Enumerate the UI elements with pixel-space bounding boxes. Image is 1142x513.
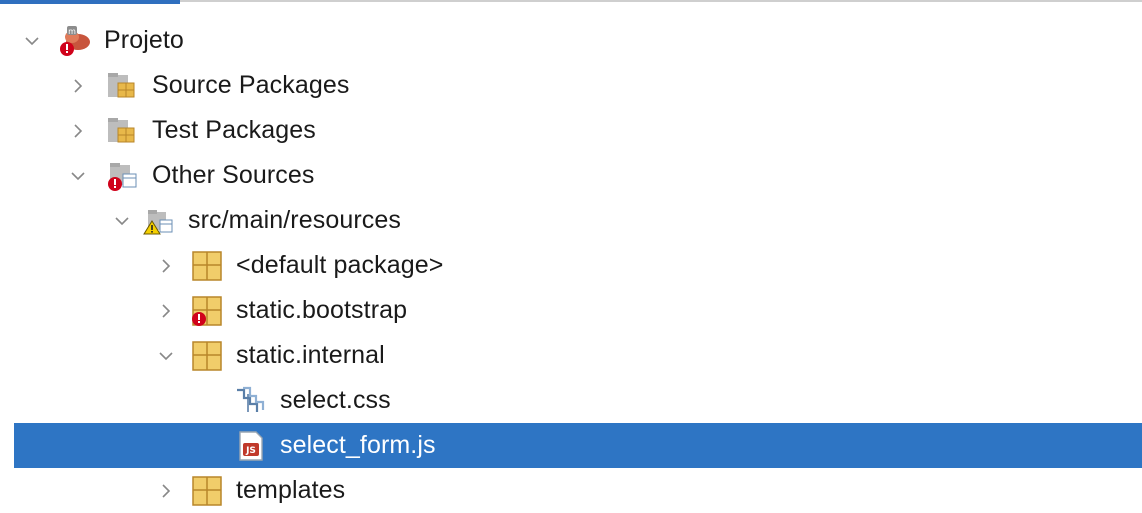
tree-node-source-packages[interactable]: Source Packages (0, 63, 1142, 108)
chevron-down-icon[interactable] (22, 31, 42, 51)
chevron-down-icon[interactable] (112, 211, 132, 231)
chevron-right-icon[interactable] (68, 76, 88, 96)
tree-node-label: static.bootstrap (236, 296, 408, 324)
package-icon (190, 339, 224, 373)
tree-node-test-packages[interactable]: Test Packages (0, 108, 1142, 153)
tree-node-label: src/main/resources (188, 206, 401, 234)
package-icon (190, 474, 224, 508)
tree-node-src-main-resources[interactable]: src/main/resources (0, 198, 1142, 243)
tree-node-static-bootstrap[interactable]: static.bootstrap (0, 288, 1142, 333)
tab-divider (180, 0, 1142, 2)
tree-node-select-form-js[interactable]: JS select_form.js (14, 423, 1142, 468)
source-packages-icon (106, 69, 140, 103)
tree-node-label: select.css (280, 386, 391, 414)
test-packages-icon (106, 114, 140, 148)
tree-node-static-internal[interactable]: static.internal (0, 333, 1142, 378)
tree-node-label: <default package> (236, 251, 444, 279)
maven-project-error-icon: m (58, 24, 92, 58)
js-file-icon: JS (234, 429, 268, 463)
chevron-right-icon[interactable] (156, 256, 176, 276)
tree-node-default-package[interactable]: <default package> (0, 243, 1142, 288)
svg-text:JS: JS (245, 446, 256, 456)
chevron-right-icon[interactable] (156, 481, 176, 501)
chevron-right-icon[interactable] (156, 301, 176, 321)
tree-node-label: Source Packages (152, 71, 350, 99)
tree-node-label: select_form.js (280, 431, 436, 459)
tree-node-select-css[interactable]: select.css (0, 378, 1142, 423)
tree-node-label: Test Packages (152, 116, 316, 144)
active-tab-indicator (0, 0, 180, 4)
svg-text:m: m (68, 27, 76, 36)
css-file-icon (234, 384, 268, 418)
project-tree: m Projeto Source Packages Test Packages … (0, 18, 1142, 513)
chevron-down-icon[interactable] (68, 166, 88, 186)
package-icon (190, 249, 224, 283)
tree-node-templates[interactable]: templates (0, 468, 1142, 513)
other-sources-error-icon (106, 159, 140, 193)
tree-node-label: templates (236, 476, 346, 504)
tree-node-label: static.internal (236, 341, 385, 369)
tree-node-label: Projeto (104, 26, 184, 54)
tree-node-label: Other Sources (152, 161, 315, 189)
tree-node-other-sources[interactable]: Other Sources (0, 153, 1142, 198)
package-error-icon (190, 294, 224, 328)
tree-node-projeto[interactable]: m Projeto (0, 18, 1142, 63)
chevron-right-icon[interactable] (68, 121, 88, 141)
chevron-down-icon[interactable] (156, 346, 176, 366)
resource-folder-warning-icon (142, 204, 176, 238)
